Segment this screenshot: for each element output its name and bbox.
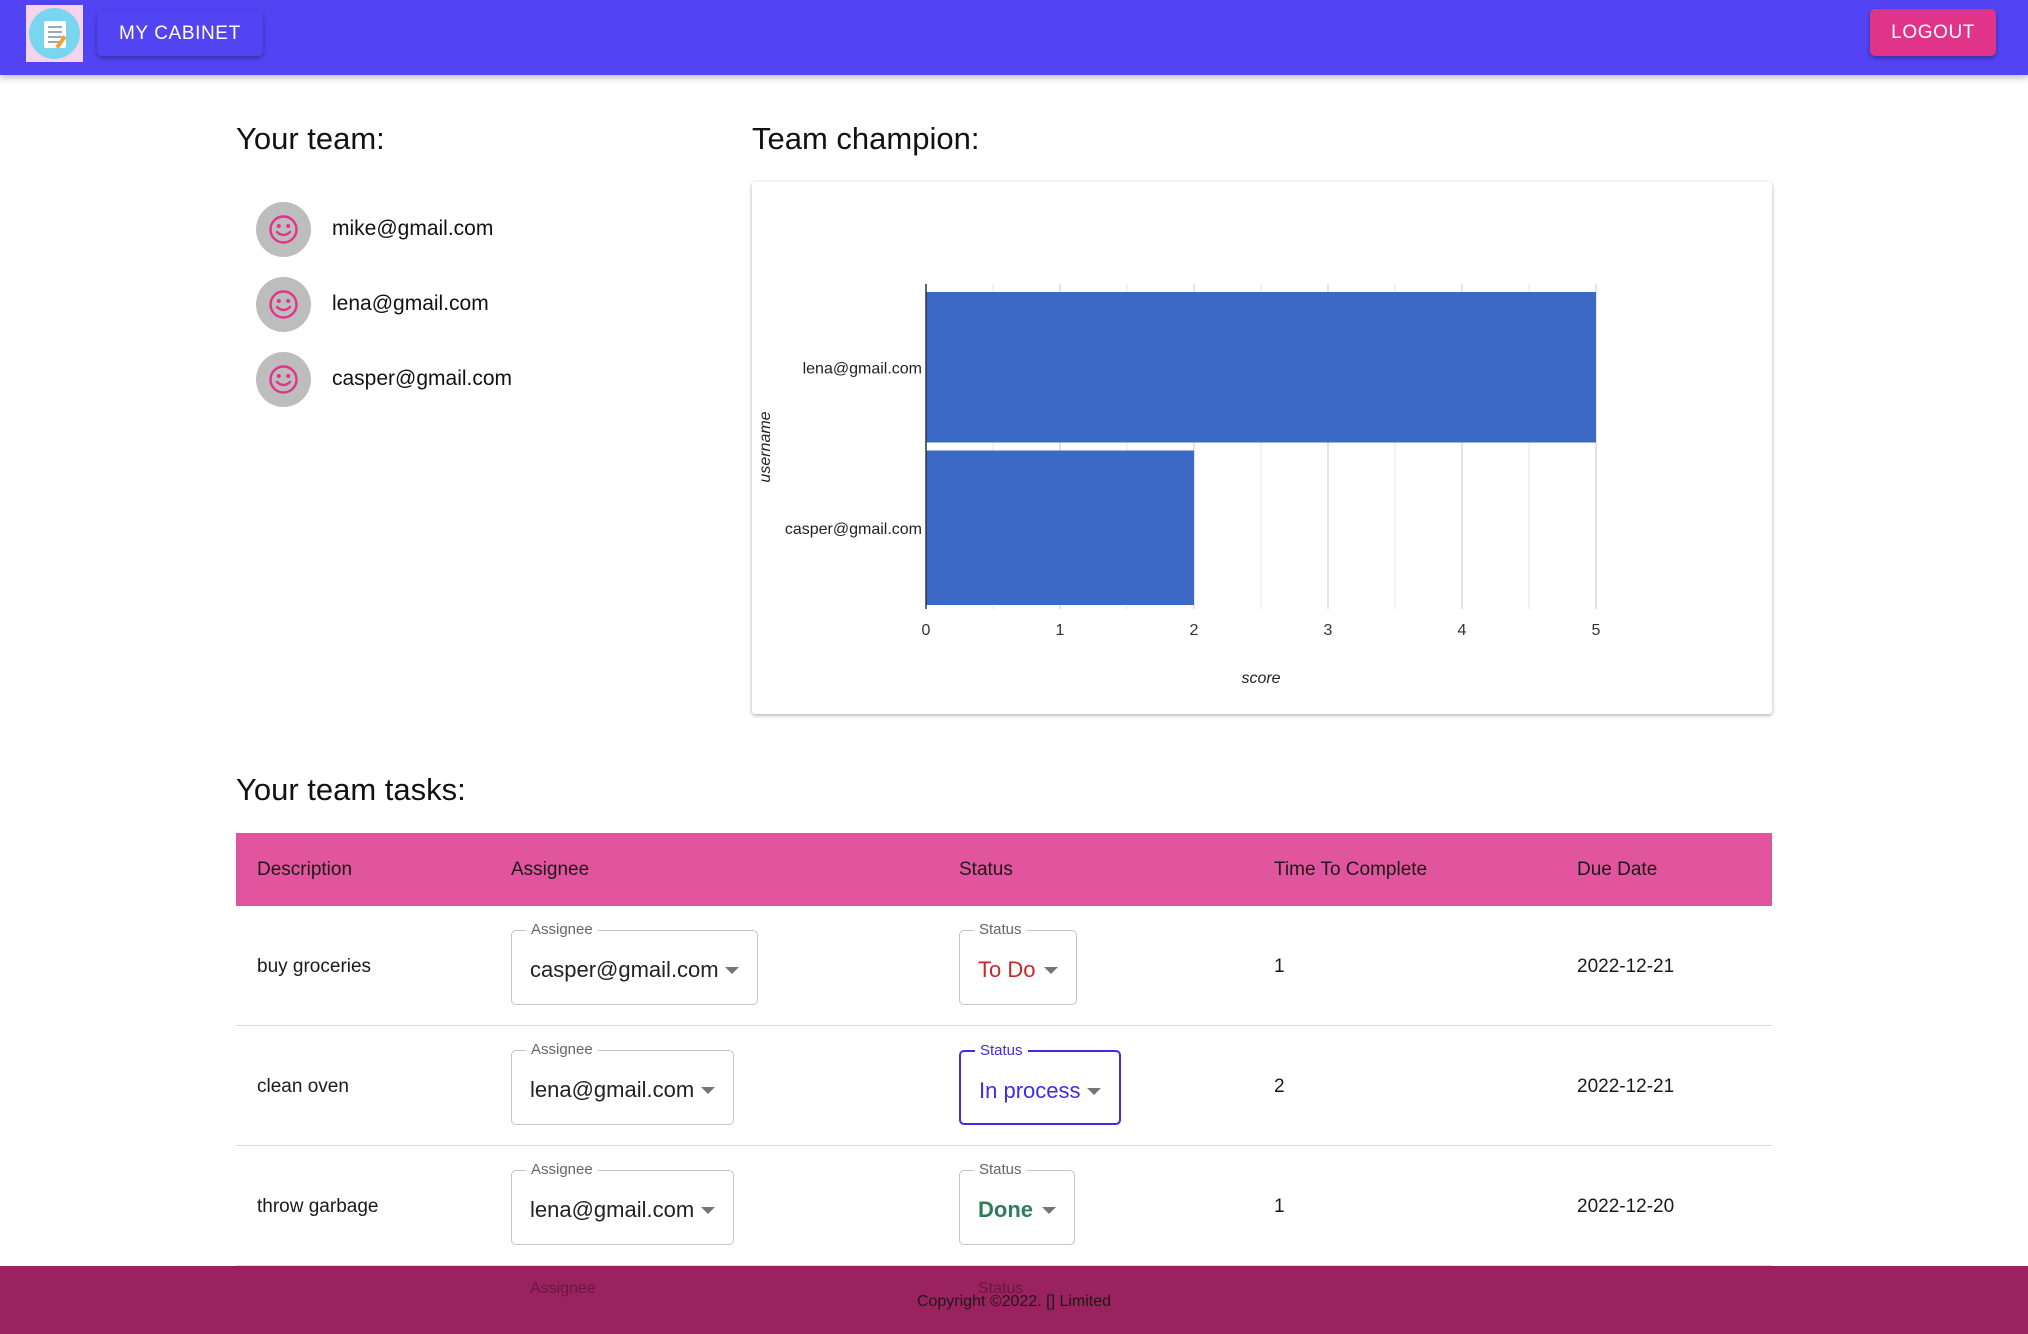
tasks-heading: Your team tasks:: [236, 772, 466, 807]
x-tick-label: 0: [922, 622, 931, 639]
logout-button[interactable]: LOGOUT: [1870, 9, 1996, 56]
status-value: In process: [979, 1078, 1081, 1103]
category-label: casper@gmail.com: [785, 521, 922, 538]
due-date: 2022-12-21: [1577, 956, 1675, 977]
bar: [926, 292, 1596, 443]
status-select[interactable]: Status To Do: [959, 921, 1077, 1005]
table-row: throw garbage Assignee lena@gmail.com St…: [236, 1146, 1772, 1266]
dropdown-arrow-icon[interactable]: [701, 1207, 715, 1214]
member-email: mike@gmail.com: [332, 217, 494, 240]
assignee-label: Assignee: [526, 1161, 598, 1178]
x-tick-label: 2: [1190, 622, 1199, 639]
time-to-complete: 2: [1274, 1076, 1285, 1097]
bar: [926, 450, 1194, 605]
footer: Assignee Status Copyright ©2022. [] Limi…: [0, 1266, 2028, 1334]
column-header[interactable]: Time To Complete: [1274, 859, 1427, 881]
dropdown-arrow-icon[interactable]: [725, 967, 739, 974]
assignee-select[interactable]: Assignee lena@gmail.com: [511, 1041, 734, 1125]
x-tick-label: 5: [1592, 622, 1601, 639]
avatar: [256, 352, 311, 407]
dropdown-arrow-icon[interactable]: [701, 1087, 715, 1094]
assignee-value: casper@gmail.com: [530, 957, 719, 982]
status-label: Status: [974, 1161, 1027, 1178]
status-select[interactable]: Status Done: [959, 1161, 1075, 1245]
assignee-select[interactable]: Assignee lena@gmail.com: [511, 1161, 734, 1245]
avatar: [256, 202, 311, 257]
smiley-face-icon: [269, 215, 298, 244]
dropdown-arrow-icon[interactable]: [1042, 1207, 1056, 1214]
task-description: clean oven: [257, 1076, 349, 1097]
task-description: buy groceries: [257, 956, 372, 977]
status-label: Status: [974, 921, 1027, 938]
column-header[interactable]: Due Date: [1577, 859, 1657, 881]
table-row: clean oven Assignee lena@gmail.com Statu…: [236, 1026, 1772, 1146]
due-date: 2022-12-21: [1577, 1076, 1675, 1097]
column-header[interactable]: Description: [257, 859, 352, 881]
assignee-label: Assignee: [526, 1041, 598, 1058]
category-label: lena@gmail.com: [803, 360, 922, 377]
assignee-value: lena@gmail.com: [530, 1077, 695, 1102]
time-to-complete: 1: [1274, 956, 1285, 977]
my-cabinet-button[interactable]: MY CABINET: [97, 11, 263, 56]
team-heading: Your team:: [236, 121, 385, 156]
table-header: Description Assignee Status Time To Comp…: [236, 833, 1772, 906]
dropdown-arrow-icon[interactable]: [1087, 1088, 1101, 1095]
app-bar: MY CABINET LOGOUT: [0, 0, 2028, 75]
champion-heading: Team champion:: [752, 121, 980, 156]
smiley-face-icon: [269, 290, 298, 319]
app-logo-icon[interactable]: [26, 5, 83, 62]
x-tick-label: 1: [1056, 622, 1065, 639]
x-tick-label: 4: [1458, 622, 1467, 639]
x-tick-label: 3: [1324, 622, 1333, 639]
status-label: Status: [975, 1042, 1028, 1059]
assignee-value: lena@gmail.com: [530, 1197, 695, 1222]
member-email: casper@gmail.com: [332, 367, 513, 390]
column-header[interactable]: Assignee: [511, 859, 589, 881]
column-header[interactable]: Status: [959, 859, 1013, 881]
copyright-text: Copyright ©2022. [] Limited: [916, 1293, 1112, 1310]
assignee-label: Assignee: [526, 921, 598, 938]
champion-bar-chart: lena@gmail.com casper@gmail.com 0 1 2 3 4 5 scor…: [757, 284, 1601, 687]
y-axis-title: username: [757, 411, 774, 482]
table-row: buy groceries Assignee casper@gmail.com …: [236, 906, 1772, 1026]
status-select[interactable]: Status In process: [959, 1042, 1121, 1125]
status-value: To Do: [978, 957, 1036, 982]
due-date: 2022-12-20: [1577, 1196, 1675, 1217]
member-email: lena@gmail.com: [332, 292, 489, 315]
task-description: throw garbage: [257, 1196, 379, 1217]
assignee-select[interactable]: Assignee casper@gmail.com: [511, 921, 758, 1005]
dropdown-arrow-icon[interactable]: [1044, 967, 1058, 974]
time-to-complete: 1: [1274, 1196, 1285, 1217]
status-value: Done: [978, 1197, 1033, 1222]
smiley-face-icon: [269, 365, 298, 394]
x-axis-title: score: [1241, 670, 1280, 687]
avatar: [256, 277, 311, 332]
champion-chart-card: lena@gmail.com casper@gmail.com 0 1 2 3 4 5 scor…: [752, 182, 1772, 714]
